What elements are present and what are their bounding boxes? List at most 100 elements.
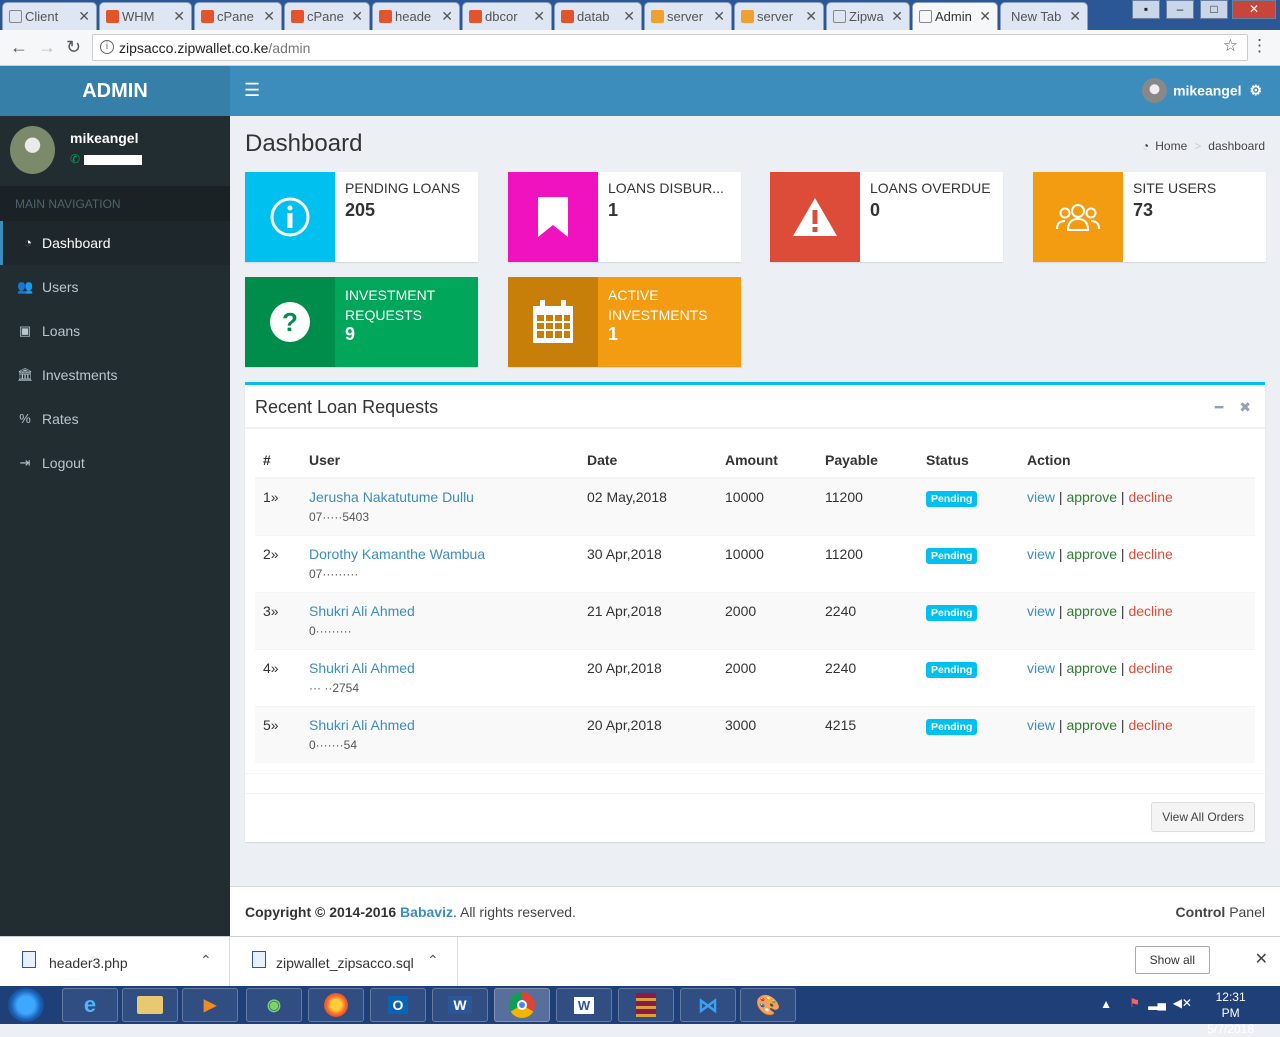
volume-icon[interactable]: ◀✕ [1173,996,1192,1010]
approve-link[interactable]: approve [1066,603,1117,619]
view-all-orders-button[interactable]: View All Orders [1151,802,1255,832]
word-document-icon[interactable]: W [556,988,612,1022]
back-icon[interactable]: ← [10,38,28,56]
approve-link[interactable]: approve [1066,717,1117,733]
stat-loans-disbursed[interactable]: LOANS DISBUR... 1 [508,172,741,262]
outlook-icon[interactable]: O [370,988,426,1022]
brand-link[interactable]: Babaviz [400,904,453,920]
decline-link[interactable]: decline [1128,489,1172,505]
url-input[interactable]: i zipsacco.zipwallet.co.ke/admin [92,34,1248,61]
chrome-icon[interactable] [494,988,550,1022]
file-explorer-icon[interactable] [122,988,178,1022]
clock[interactable]: 12:31 PM 5/7/2018 [1207,989,1254,1037]
sidebar-item-dashboard[interactable]: ◔ Dashboard [0,221,230,265]
browser-tab[interactable]: WHM ✕ [99,2,192,30]
tab-close-icon[interactable]: ✕ [1069,8,1081,25]
firefox-icon[interactable] [308,988,364,1022]
reload-icon[interactable]: ↻ [66,38,81,56]
view-link[interactable]: view [1027,717,1055,733]
browser-tab[interactable]: Zipwa ✕ [826,2,910,30]
decline-link[interactable]: decline [1128,717,1172,733]
view-link[interactable]: view [1027,603,1055,619]
paint-icon[interactable]: 🎨 [740,988,796,1022]
bookmark-star-icon[interactable]: ☆ [1223,36,1238,56]
sidebar-item-loans[interactable]: ▣ Loans [0,309,230,353]
user-link[interactable]: Shukri Ali Ahmed [309,660,571,676]
user-link[interactable]: Dorothy Kamanthe Wambua [309,546,571,562]
breadcrumb-home[interactable]: Home [1155,139,1187,153]
browser-menu-icon[interactable]: ⋮ [1251,36,1268,56]
minimize-icon[interactable]: – [1166,0,1194,19]
browser-tab[interactable]: cPane ✕ [284,2,370,30]
maximize-icon[interactable]: □ [1200,0,1228,19]
user-link[interactable]: Shukri Ali Ahmed [309,717,571,733]
view-link[interactable]: view [1027,546,1055,562]
tab-close-icon[interactable]: ✕ [441,8,453,25]
site-info-icon[interactable]: i [100,40,114,54]
browser-tab[interactable]: dbcor ✕ [462,2,552,30]
internet-explorer-icon[interactable]: e [62,988,118,1022]
browser-tab[interactable]: heade ✕ [372,2,460,30]
show-all-button[interactable]: Show all [1134,946,1210,974]
tab-close-icon[interactable]: ✕ [623,8,635,25]
tab-close-icon[interactable]: ✕ [173,8,185,25]
tab-close-icon[interactable]: ✕ [78,8,90,25]
user-menu[interactable]: mikeangel ⚙ [1142,78,1262,104]
tab-close-icon[interactable]: ✕ [263,8,275,25]
tray-expand-icon[interactable]: ▲ [1100,997,1112,1011]
download-item[interactable]: zipwallet_zipsacco.sql ⌃ [230,937,458,987]
visual-studio-code-icon[interactable]: ⋈ [680,988,736,1022]
sidebar-item-investments[interactable]: 🏛 Investments [0,353,230,397]
stat-investment-requests[interactable]: ? INVESTMENT REQUESTS 9 [245,277,478,367]
word-icon[interactable]: W [432,988,488,1022]
view-link[interactable]: view [1027,489,1055,505]
network-icon[interactable]: ▂▄ [1148,996,1166,1010]
chevron-up-icon[interactable]: ⌃ [200,952,212,969]
stat-active-investments[interactable]: ACTIVE INVESTMENTS 1 [508,277,741,367]
browser-tab[interactable]: datab ✕ [554,2,642,30]
stat-pending-loans[interactable]: PENDING LOANS 205 [245,172,478,262]
flag-icon[interactable]: ⚑ [1129,996,1140,1010]
browser-tab[interactable]: server ✕ [734,2,824,30]
network-app-icon[interactable]: ◉ [246,988,302,1022]
tab-close-icon[interactable]: ✕ [979,8,991,25]
browser-tab[interactable]: server ✕ [644,2,732,30]
browser-tab[interactable]: New Tab ✕ [1000,2,1088,30]
approve-link[interactable]: approve [1066,660,1117,676]
media-player-icon[interactable]: ▶ [182,988,238,1022]
browser-tab[interactable]: cPane ✕ [194,2,282,30]
browser-tab[interactable]: Client ✕ [2,2,97,30]
stat-site-users[interactable]: SITE USERS 73 [1033,172,1266,262]
user-link[interactable]: Shukri Ali Ahmed [309,603,571,619]
stat-loans-overdue[interactable]: LOANS OVERDUE 0 [770,172,1003,262]
user-icon[interactable]: ▪ [1132,0,1160,19]
close-icon[interactable]: ✕ [1255,949,1268,969]
window-close-icon[interactable]: ✕ [1232,0,1276,19]
approve-link[interactable]: approve [1066,489,1117,505]
tab-close-icon[interactable]: ✕ [805,8,817,25]
start-button-icon[interactable] [8,988,44,1022]
approve-link[interactable]: approve [1066,546,1117,562]
tab-close-icon[interactable]: ✕ [533,8,545,25]
decline-link[interactable]: decline [1128,603,1172,619]
sidebar-item-rates[interactable]: % Rates [0,397,230,441]
menu-toggle-icon[interactable]: ☰ [244,80,260,101]
forward-icon[interactable]: → [38,38,56,56]
winrar-icon[interactable] [618,988,674,1022]
view-link[interactable]: view [1027,660,1055,676]
decline-link[interactable]: decline [1128,660,1172,676]
sidebar-item-logout[interactable]: ⇥ Logout [0,441,230,485]
decline-link[interactable]: decline [1128,546,1172,562]
gears-icon[interactable]: ⚙ [1249,82,1262,98]
collapse-icon[interactable]: ━ [1215,399,1223,415]
tab-close-icon[interactable]: ✕ [713,8,725,25]
close-icon[interactable]: ✖ [1239,399,1251,415]
app-logo[interactable]: ADMIN [0,66,230,116]
tab-close-icon[interactable]: ✕ [351,8,363,25]
sidebar-item-users[interactable]: 👥 Users [0,265,230,309]
browser-tab[interactable]: Admin ✕ [912,2,998,30]
user-link[interactable]: Jerusha Nakatutume Dullu [309,489,571,505]
tab-close-icon[interactable]: ✕ [891,8,903,25]
chevron-up-icon[interactable]: ⌃ [427,952,439,969]
download-item[interactable]: header3.php ⌃ [0,937,230,987]
